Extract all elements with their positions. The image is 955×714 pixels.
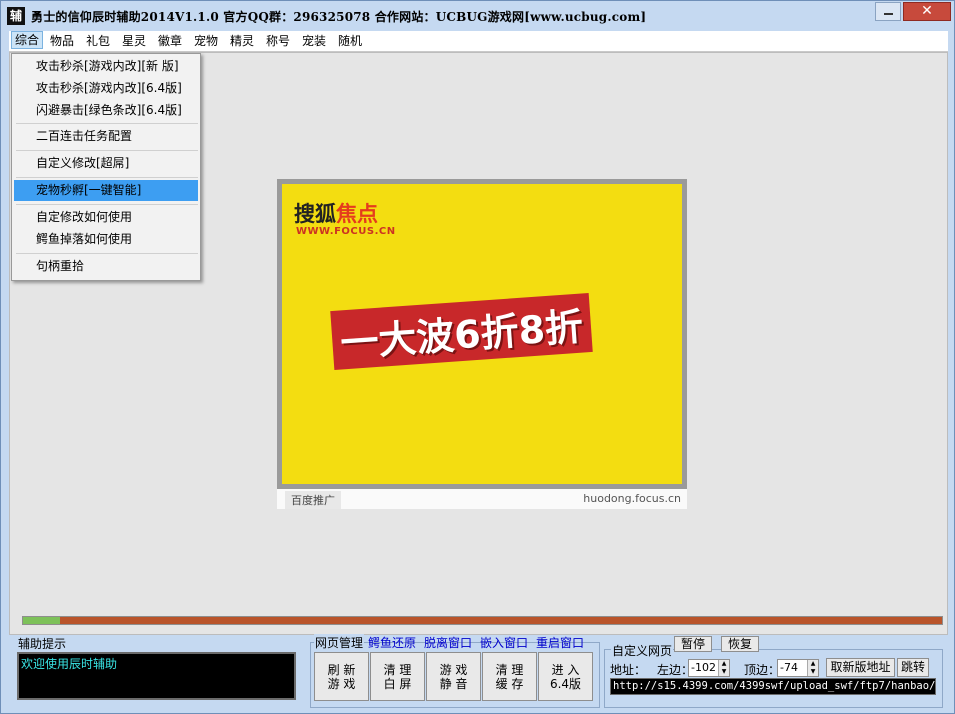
top-offset-value: -74	[780, 661, 798, 674]
left-offset-input[interactable]: -102 ▲ ▼	[688, 659, 730, 677]
top-offset-input[interactable]: -74 ▲ ▼	[777, 659, 819, 677]
progress-bar	[22, 616, 943, 625]
dropdown-item-croc-howto[interactable]: 鳄鱼掉落如何使用	[14, 229, 198, 250]
tips-console: 欢迎使用辰时辅助	[17, 652, 296, 700]
ad-logo: 搜狐焦点	[294, 198, 378, 228]
menu-suiji[interactable]: 随机	[335, 32, 365, 50]
menu-jingling[interactable]: 精灵	[227, 32, 257, 50]
tips-label: 辅助提示	[18, 637, 67, 651]
dropdown-item-attack-kill-new[interactable]: 攻击秒杀[游戏内改][新 版]	[14, 56, 198, 77]
button-line: 缓 存	[495, 677, 524, 691]
minimize-button[interactable]	[875, 2, 901, 21]
dropdown-item-handle-reset[interactable]: 句柄重拾	[14, 256, 198, 277]
top-offset-label: 顶边：	[744, 663, 781, 677]
ad-footer: 百度推广 huodong.focus.cn	[277, 489, 687, 509]
ad-slogan: 一大波6折8折	[330, 293, 593, 370]
ad-image[interactable]: 搜狐焦点 WWW.FOCUS.CN 一大波6折8折	[277, 179, 687, 489]
ad-logo-main: 搜狐	[294, 202, 336, 226]
button-line: 游 戏	[439, 663, 468, 677]
dropdown-item-custom-howto[interactable]: 自定修改如何使用	[14, 207, 198, 228]
baidu-promo-label[interactable]: 百度推广	[285, 491, 341, 509]
button-line: 刷 新	[327, 663, 356, 677]
ad-banner[interactable]: 搜狐焦点 WWW.FOCUS.CN 一大波6折8折 百度推广 huodong.f…	[277, 179, 687, 509]
button-line: 清 理	[383, 663, 412, 677]
title-bar[interactable]: 辅 勇士的信仰辰时辅助2014V1.1.0 官方QQ群：296325078 合作…	[1, 1, 955, 31]
webpage-manage-label: 网页管理	[314, 634, 365, 651]
game-mute-button[interactable]: 游 戏静 音	[426, 652, 481, 701]
dropdown-separator	[16, 253, 198, 254]
ad-logo-accent: 焦点	[336, 202, 378, 226]
menu-huizhang[interactable]: 徽章	[155, 32, 185, 50]
dropdown-item-attack-kill-64[interactable]: 攻击秒杀[游戏内改][6.4版]	[14, 78, 198, 99]
address-label: 地址：	[610, 663, 647, 677]
dropdown-item-custom-modify[interactable]: 自定义修改[超屌]	[14, 153, 198, 174]
pause-button[interactable]: 暂停	[674, 636, 712, 652]
menu-xingling[interactable]: 星灵	[119, 32, 149, 50]
url-input[interactable]: http://s15.4399.com/4399swf/upload_swf/f…	[610, 678, 936, 695]
button-line: 白 屏	[383, 677, 412, 691]
button-line: 进 入	[551, 663, 580, 677]
button-line: 静 音	[439, 677, 468, 691]
button-line: 游 戏	[327, 677, 356, 691]
button-line: 清 理	[495, 663, 524, 677]
dropdown-separator	[16, 204, 198, 205]
refresh-game-button[interactable]: 刷 新游 戏	[314, 652, 369, 701]
button-line: 6.4版	[549, 677, 582, 691]
menu-dropdown: 攻击秒杀[游戏内改][新 版] 攻击秒杀[游戏内改][6.4版] 闪避暴击[绿色…	[11, 53, 201, 281]
menu-chongzhuang[interactable]: 宠装	[299, 32, 329, 50]
ad-www: WWW.FOCUS.CN	[296, 226, 396, 237]
dropdown-item-pet-hatch[interactable]: 宠物秒孵[一键智能]	[14, 180, 198, 201]
get-new-address-button[interactable]: 取新版地址	[826, 658, 895, 677]
progress-fill	[23, 617, 60, 624]
ad-domain: huodong.focus.cn	[583, 492, 681, 505]
dropdown-separator	[16, 150, 198, 151]
dropdown-separator	[16, 177, 198, 178]
app-icon: 辅	[7, 7, 25, 25]
dropdown-item-dodge-crit[interactable]: 闪避暴击[绿色条改][6.4版]	[14, 100, 198, 121]
restart-window-link[interactable]: 重启窗口	[536, 634, 584, 651]
enter-64-button[interactable]: 进 入 6.4版	[538, 652, 593, 701]
embed-window-link[interactable]: 嵌入窗口	[480, 634, 528, 651]
close-button[interactable]: ✕	[903, 2, 951, 21]
menu-libao[interactable]: 礼包	[83, 32, 113, 50]
menu-wupin[interactable]: 物品	[47, 32, 77, 50]
window-title: 勇士的信仰辰时辅助2014V1.1.0 官方QQ群：296325078 合作网站…	[31, 10, 647, 24]
restore-button[interactable]: 恢复	[721, 636, 759, 652]
menu-bar: 综合 物品 礼包 星灵 徽章 宠物 精灵 称号 宠装 随机	[9, 31, 948, 52]
custom-webpage-label: 自定义网页	[611, 642, 674, 659]
menu-chongwu[interactable]: 宠物	[191, 32, 221, 50]
dropdown-item-combo-task[interactable]: 二百连击任务配置	[14, 126, 198, 147]
app-window: 辅 勇士的信仰辰时辅助2014V1.1.0 官方QQ群：296325078 合作…	[0, 0, 955, 714]
dropdown-separator	[16, 123, 198, 124]
menu-chenghao[interactable]: 称号	[263, 32, 293, 50]
detach-window-link[interactable]: 脱离窗口	[424, 634, 472, 651]
spin-arrows-icon[interactable]: ▲ ▼	[718, 660, 729, 676]
clear-white-screen-button[interactable]: 清 理白 屏	[370, 652, 425, 701]
left-offset-value: -102	[691, 661, 716, 674]
jump-button[interactable]: 跳转	[897, 658, 929, 677]
clear-cache-button[interactable]: 清 理缓 存	[482, 652, 537, 701]
spin-arrows-icon[interactable]: ▲ ▼	[807, 660, 818, 676]
croc-restore-link[interactable]: 鳄鱼还原	[368, 634, 416, 651]
menu-zonghe[interactable]: 综合	[11, 31, 44, 49]
